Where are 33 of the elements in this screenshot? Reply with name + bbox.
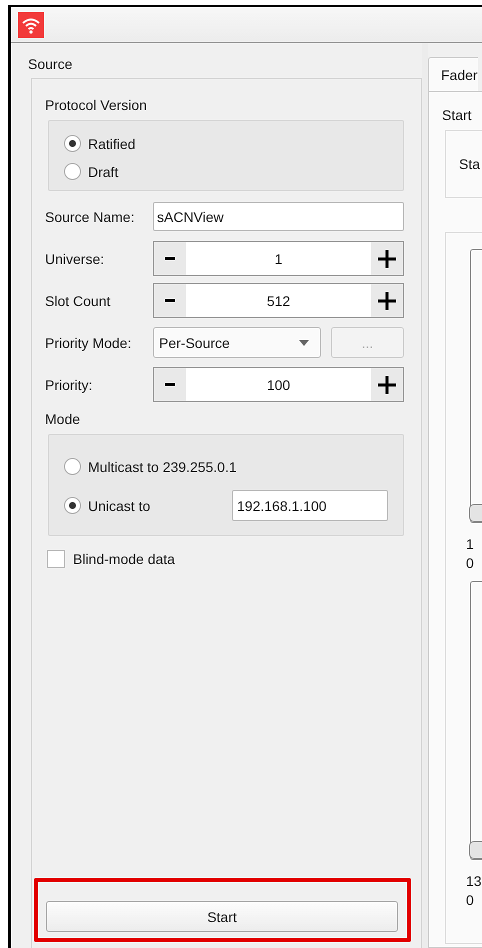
field-label: Priority Mode: [45,334,132,350]
field-label: Priority: [45,376,94,392]
group-title: Source [28,56,72,72]
caret-icon [299,340,309,346]
field-label: Source Name: [45,208,136,224]
group-title: Start [442,107,472,123]
fader-label: 13 [466,872,482,891]
radio-button[interactable] [64,163,81,180]
tab[interactable]: Fader [428,57,478,91]
radio-option[interactable]: Multicast to 239.255.0.1 [64,458,237,475]
text-field[interactable]: sACNView [153,202,404,231]
group-title: Protocol Version [45,97,147,113]
fader-track[interactable] [470,249,482,523]
checkbox-option[interactable]: Blind-mode data [47,550,175,568]
button-label: Sta [459,156,480,172]
radio-button[interactable] [64,458,81,475]
radio-option[interactable]: Draft [64,163,118,180]
fader-track[interactable] [470,581,482,860]
address-field[interactable]: 192.168.1.100 [232,490,388,521]
radio-button[interactable] [64,135,81,152]
checkbox[interactable] [47,550,65,568]
start-button[interactable]: Start [46,901,398,932]
radio-option[interactable]: Ratified [64,135,136,152]
fader-label: 0 [466,554,474,573]
radio-button[interactable] [64,497,81,514]
fader-label: 0 [466,891,474,910]
field-label: Universe: [45,250,106,266]
dropdown[interactable]: Per-Source [153,327,321,358]
field-label: Slot Count [45,292,112,308]
radio-option[interactable]: Unicast to [64,497,150,514]
fader-label: 1 [466,535,474,554]
wifi-icon [18,12,44,38]
group-title: Mode [45,411,80,427]
